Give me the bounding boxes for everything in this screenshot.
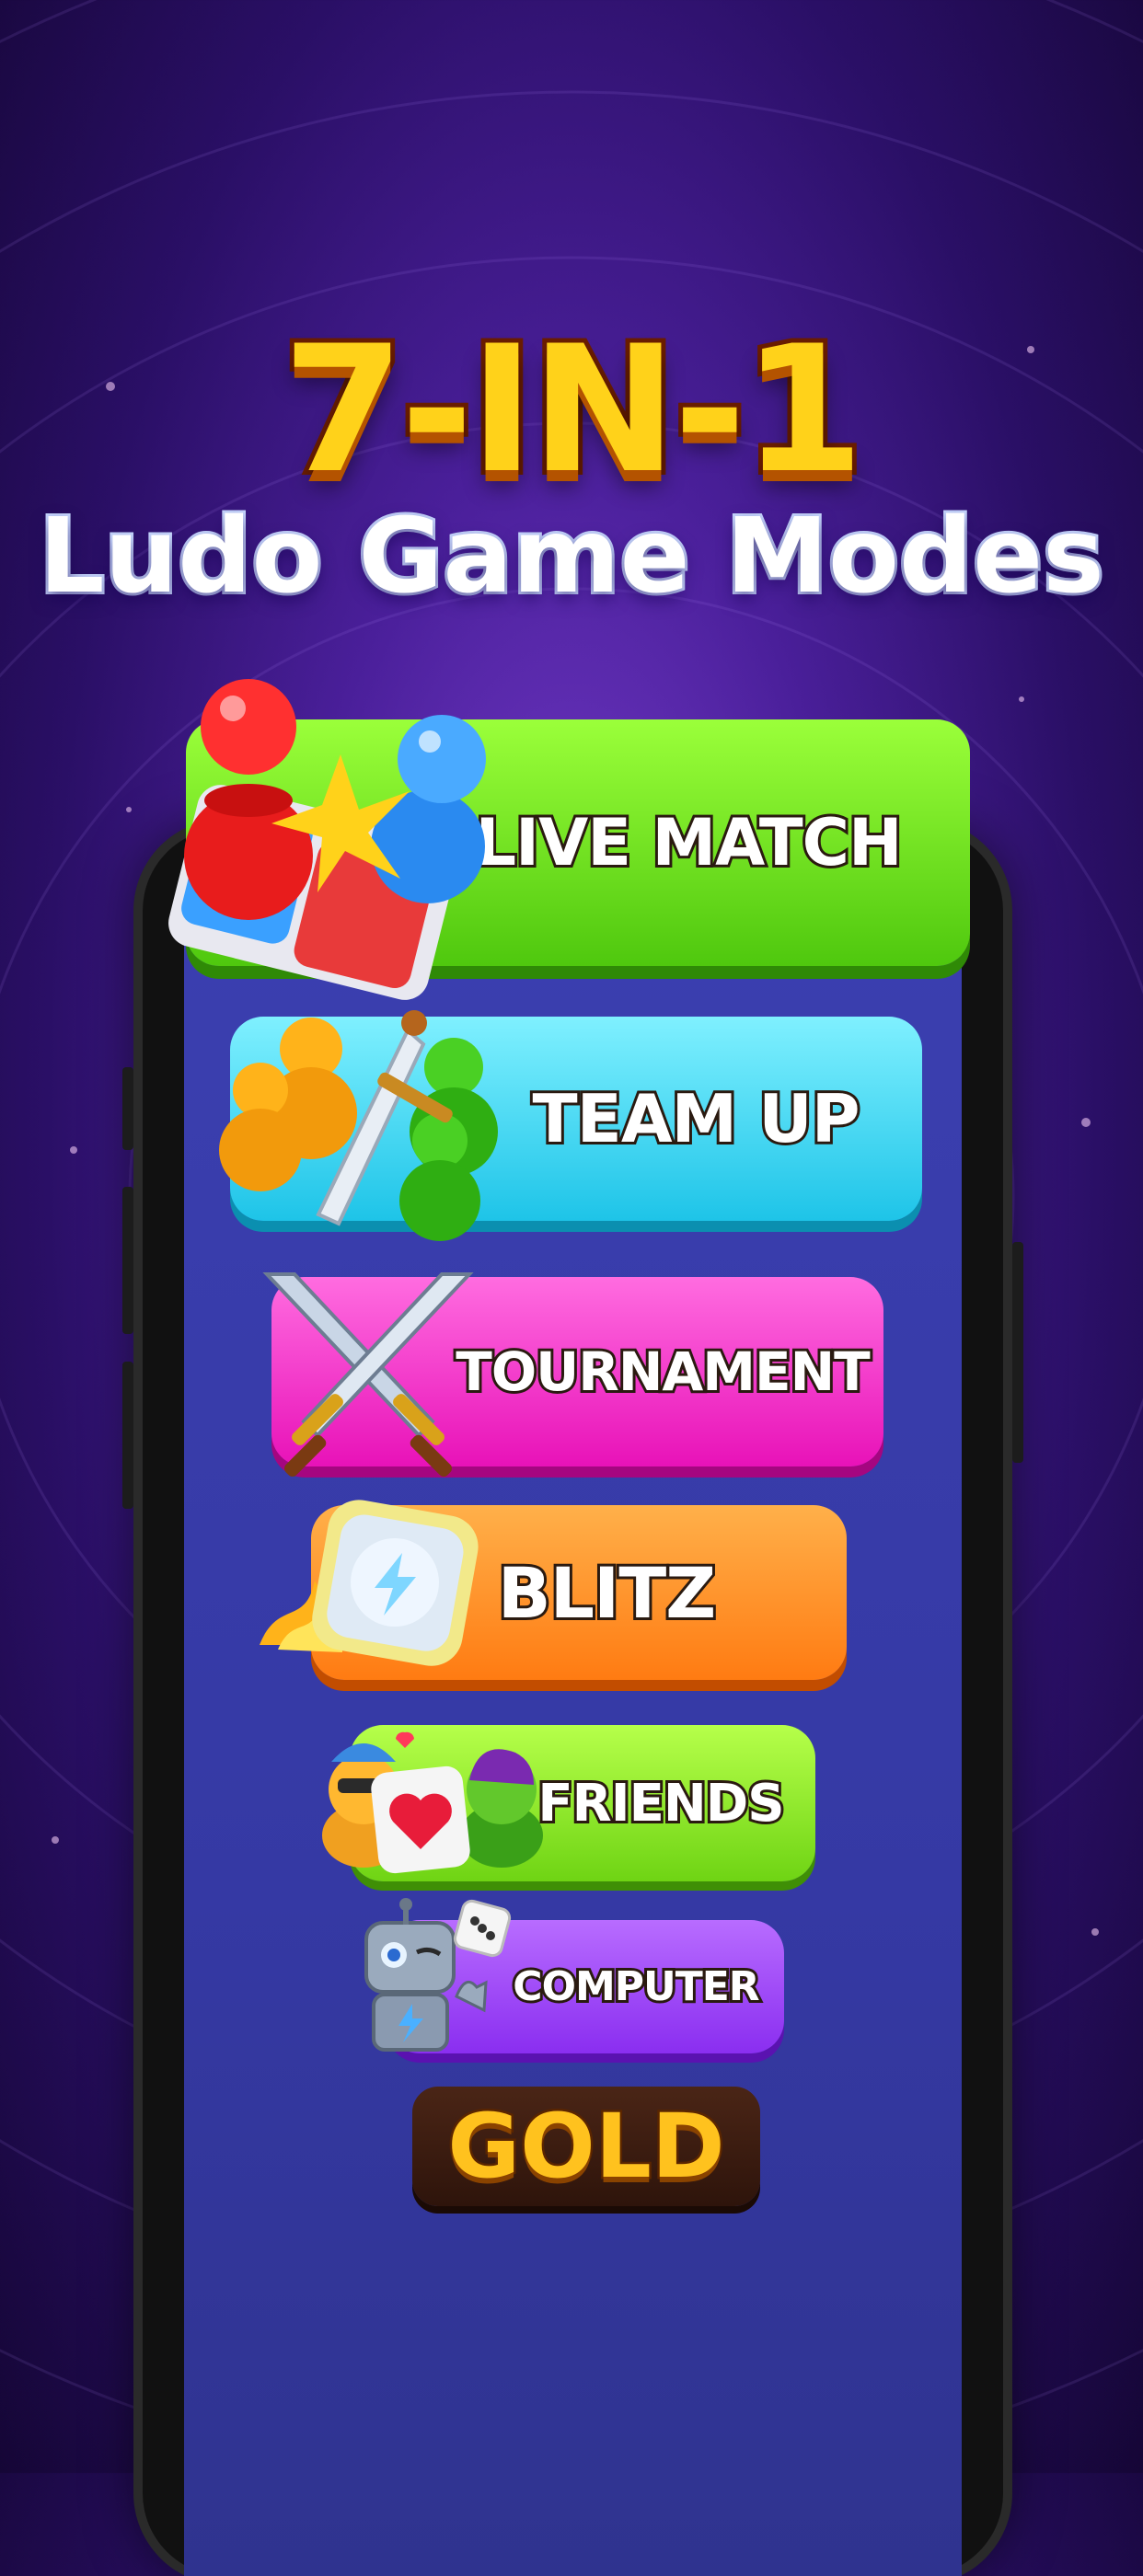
- friends-label: FRIENDS: [535, 1771, 787, 1836]
- computer-label: COMPUTER: [510, 1961, 762, 2013]
- blitz-label: BLITZ: [495, 1549, 720, 1637]
- gold-label: GOLD: [445, 2093, 727, 2201]
- headline-subtitle: Ludo Game Modes: [36, 494, 1107, 619]
- gold-button[interactable]: GOLD: [412, 2087, 760, 2206]
- phone-volume-down: [122, 1362, 133, 1509]
- robot-dice-icon: [364, 1898, 512, 2052]
- lightning-timer-icon: [260, 1500, 479, 1666]
- tournament-label: TOURNAMENT: [453, 1338, 872, 1406]
- phone-side-button: [122, 1067, 133, 1150]
- live-match-label: LIVE MATCH: [472, 802, 905, 883]
- phone-power-button: [1012, 1242, 1023, 1463]
- crossed-swords-icon: [262, 1272, 474, 1477]
- pawns-sword-icon: [219, 1010, 498, 1241]
- friends-hearts-icon: [322, 1731, 543, 1874]
- ludo-pawns-board-icon: [168, 679, 486, 1000]
- headline-title: 7-IN-1: [278, 304, 869, 516]
- phone-volume-up: [122, 1187, 133, 1334]
- team-up-label: TEAM UP: [530, 1077, 863, 1160]
